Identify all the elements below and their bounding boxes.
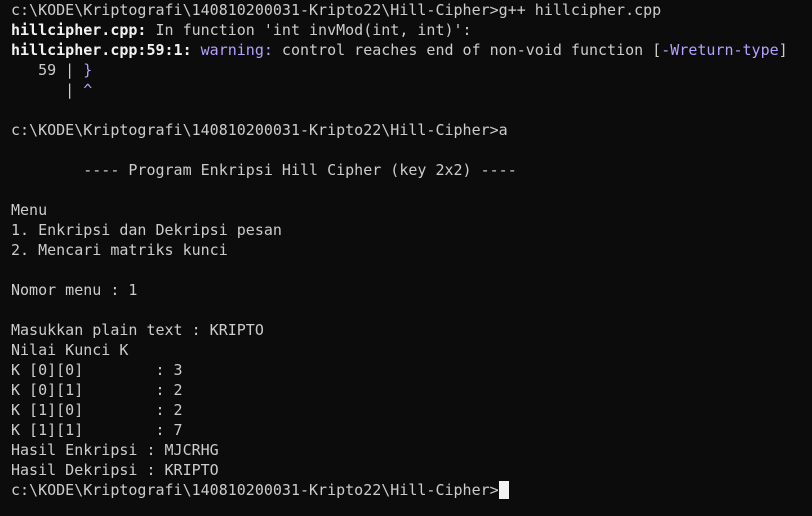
run-command-line: c:\KODE\Kriptografi\140810200031-Kripto2… <box>11 120 508 140</box>
program-banner: ---- Program Enkripsi Hill Cipher (key 2… <box>11 160 517 180</box>
text-cursor[interactable] <box>498 481 509 499</box>
warning-label: warning: <box>191 41 273 59</box>
compiler-warning-line: hillcipher.cpp:59:1: warning: control re… <box>11 40 788 60</box>
compiler-note-line: hillcipher.cpp: In function 'int invMod(… <box>11 20 472 40</box>
code-snippet-line: 59 | } <box>11 60 92 80</box>
key-heading: Nilai Kunci K <box>11 341 129 359</box>
plaintext-input-line: Masukkan plain text : KRIPTO <box>11 321 264 339</box>
menu-heading: Menu <box>11 201 48 219</box>
prompt-text: c:\KODE\Kriptografi\140810200031-Kripto2… <box>11 121 508 139</box>
menu-choice-line: Nomor menu : 1 <box>11 281 138 299</box>
final-prompt-line[interactable]: c:\KODE\Kriptografi\140810200031-Kripto2… <box>11 480 509 500</box>
code-brace: } <box>83 61 93 79</box>
key-value-10: K [1][0] : 2 <box>11 401 183 419</box>
warning-message: control reaches end of non-void function… <box>272 41 662 59</box>
encryption-result: Hasil Enkripsi : MJCRHG <box>11 441 219 459</box>
menu-option-2: 2. Mencari matriks kunci <box>11 241 228 259</box>
code-caret-line: | ^ <box>11 80 92 100</box>
menu-option-1: 1. Enkripsi dan Dekripsi pesan <box>11 221 282 239</box>
function-note: In function 'int invMod(int, int)': <box>146 21 472 39</box>
banner-text: ---- Program Enkripsi Hill Cipher (key 2… <box>11 161 517 179</box>
terminal-window[interactable]: c:\KODE\Kriptografi\140810200031-Kripto2… <box>0 0 812 516</box>
source-file-ref: hillcipher.cpp: <box>11 21 147 39</box>
key-value-00: K [0][0] : 3 <box>11 361 183 379</box>
warning-bracket: ] <box>778 41 788 59</box>
key-value-11: K [1][1] : 7 <box>11 421 183 439</box>
decryption-result: Hasil Dekripsi : KRIPTO <box>11 461 219 479</box>
key-value-01: K [0][1] : 2 <box>11 381 183 399</box>
warning-flag: -Wreturn-type <box>661 41 779 59</box>
line-number: 59 | <box>11 61 84 79</box>
gutter-bar: | <box>11 81 84 99</box>
prompt-text: c:\KODE\Kriptografi\140810200031-Kripto2… <box>11 1 662 19</box>
prompt-text: c:\KODE\Kriptografi\140810200031-Kripto2… <box>11 481 499 499</box>
caret-marker: ^ <box>83 81 93 99</box>
compile-command-line: c:\KODE\Kriptografi\140810200031-Kripto2… <box>11 0 661 20</box>
warning-location: hillcipher.cpp:59:1: <box>11 41 192 59</box>
